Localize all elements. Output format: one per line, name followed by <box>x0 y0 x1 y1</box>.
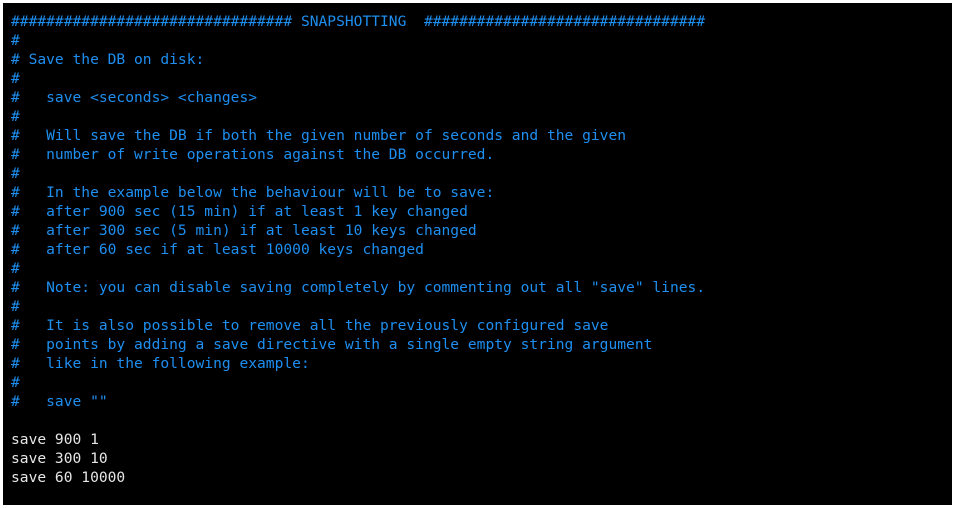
comment-line: # Note: you can disable saving completel… <box>11 279 706 296</box>
comment-line: # save "" <box>11 393 108 410</box>
comment-line: # <box>11 165 20 182</box>
config-line-save: save 900 1 <box>11 431 99 448</box>
comment-line: # after 60 sec if at least 10000 keys ch… <box>11 241 424 258</box>
comment-line: # Save the DB on disk: <box>11 51 205 68</box>
comment-line: # <box>11 70 20 87</box>
section-header-line: ################################ SNAPSHO… <box>11 13 706 30</box>
comment-line: # <box>11 32 20 49</box>
config-line-save: save 300 10 <box>11 450 108 467</box>
comment-line: # <box>11 108 20 125</box>
comment-line: # It is also possible to remove all the … <box>11 317 609 334</box>
comment-line: # after 900 sec (15 min) if at least 1 k… <box>11 203 468 220</box>
comment-line: # <box>11 298 20 315</box>
comment-line: # save <seconds> <changes> <box>11 89 258 106</box>
comment-line: # <box>11 260 20 277</box>
config-line-save: save 60 10000 <box>11 469 126 486</box>
comment-line: # Will save the DB if both the given num… <box>11 127 627 144</box>
comment-line: # after 300 sec (5 min) if at least 10 k… <box>11 222 477 239</box>
comment-line: # number of write operations against the… <box>11 146 495 163</box>
comment-line: # like in the following example: <box>11 355 310 372</box>
comment-line: # <box>11 374 20 391</box>
terminal-window[interactable]: ################################ SNAPSHO… <box>3 3 952 505</box>
comment-line: # points by adding a save directive with… <box>11 336 653 353</box>
comment-line: # In the example below the behaviour wil… <box>11 184 495 201</box>
